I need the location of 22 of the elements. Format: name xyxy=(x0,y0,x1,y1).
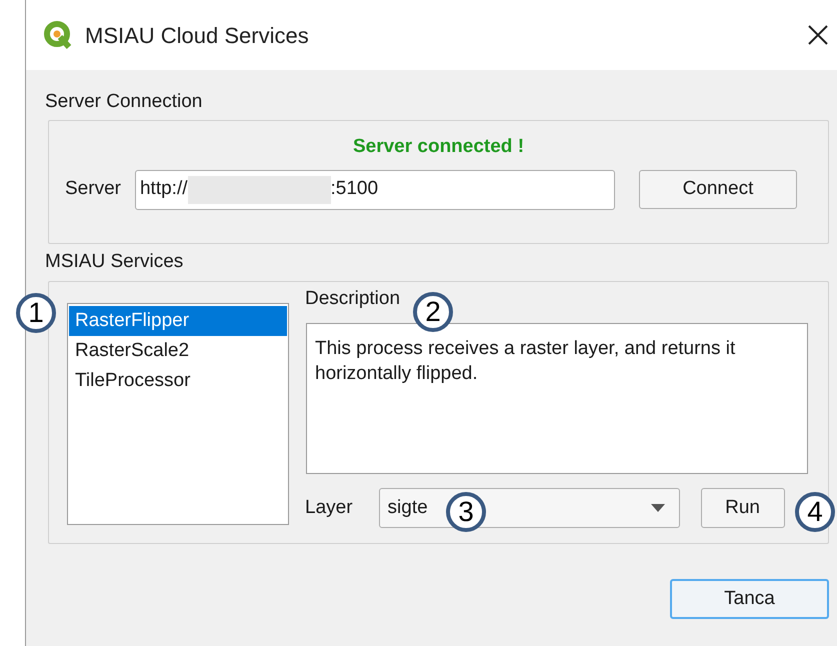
list-item[interactable]: TileProcessor xyxy=(69,366,287,396)
field-label: Layer xyxy=(305,496,353,520)
callout-number: 2 xyxy=(413,292,453,332)
field-label: Description xyxy=(305,287,402,311)
section-title: MSIAU Services xyxy=(45,250,184,274)
connect-button[interactable]: Connect xyxy=(638,170,797,209)
close-icon[interactable] xyxy=(807,24,829,46)
server-field[interactable]: http:// :5100 xyxy=(134,170,615,210)
dropdown-caret-icon xyxy=(650,504,665,512)
connection-status: Server connected ! xyxy=(352,135,524,159)
close-dialog-button[interactable]: Tanca xyxy=(670,579,829,619)
list-item[interactable]: RasterFlipper xyxy=(69,306,287,336)
run-button[interactable]: Run xyxy=(700,488,785,528)
list-item[interactable]: RasterScale2 xyxy=(69,336,287,366)
app-logo-icon xyxy=(43,20,73,50)
field-label: Server xyxy=(65,177,121,202)
section-title: Server Connection xyxy=(45,90,204,114)
callout-number: 1 xyxy=(16,293,56,333)
description-text: This process receives a raster layer, and returns it horizontally flipped. xyxy=(306,323,808,474)
window-title: MSIAU Cloud Services xyxy=(85,22,309,50)
callout-number: 4 xyxy=(795,492,835,532)
services-list[interactable]: RasterFlipper RasterScale2 TileProcessor xyxy=(67,303,289,525)
